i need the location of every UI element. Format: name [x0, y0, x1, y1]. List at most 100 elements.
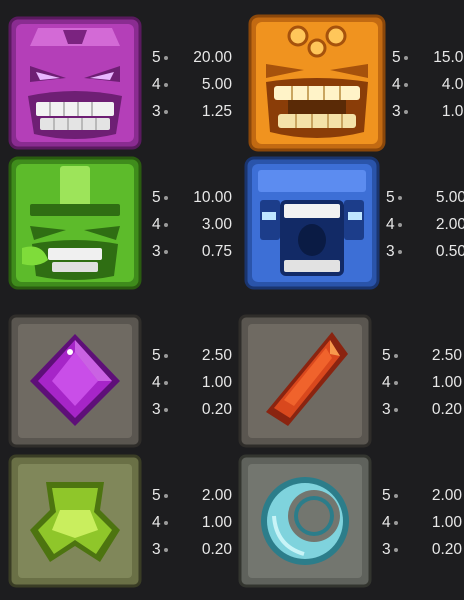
bullet-dot	[164, 110, 168, 114]
match-count: 3	[152, 541, 161, 558]
bullet-dot	[398, 250, 402, 254]
payout-value: 1.00	[201, 514, 232, 531]
pay-row: 5 2.00	[382, 485, 462, 507]
bullet-dot	[394, 408, 398, 412]
orange-tiki-mask-icon	[248, 14, 386, 152]
bullet-dot	[404, 110, 408, 114]
payout-value: 2.00	[431, 487, 462, 504]
payout-value: 0.75	[201, 243, 232, 260]
pay-row: 4 1.00	[382, 372, 462, 394]
pay-row: 3 0.20	[152, 399, 232, 421]
pay-row: 3 0.50	[386, 241, 464, 263]
pay-row: 4 1.00	[152, 512, 232, 534]
symbol-tile-purple-gem	[8, 314, 142, 448]
bullet-dot	[164, 494, 168, 498]
bullet-dot	[164, 250, 168, 254]
green-tiki-mask-icon	[8, 156, 142, 290]
match-count: 4	[152, 514, 161, 531]
bullet-dot	[404, 56, 408, 60]
pay-row: 4 1.00	[382, 512, 462, 534]
match-count: 4	[152, 216, 161, 233]
pay-row: 3 0.75	[152, 241, 232, 263]
pay-row: 5 5.00	[386, 187, 464, 209]
payout-value: 3.00	[201, 216, 232, 233]
match-count: 3	[152, 401, 161, 418]
match-count: 3	[382, 401, 391, 418]
payout-value: 0.20	[201, 541, 232, 558]
match-count: 3	[386, 243, 395, 260]
symbol-tile-green-tiki	[8, 156, 142, 290]
payout-value: 15.00	[433, 49, 464, 66]
match-count: 5	[392, 49, 401, 66]
bullet-dot	[404, 83, 408, 87]
bullet-dot	[394, 548, 398, 552]
bullet-dot	[164, 354, 168, 358]
match-count: 3	[152, 103, 161, 120]
match-count: 5	[386, 189, 395, 206]
symbol-tile-blue-tiki	[244, 156, 380, 290]
match-count: 3	[382, 541, 391, 558]
bullet-dot	[394, 494, 398, 498]
blue-tiki-mask-icon	[244, 156, 380, 290]
bullet-dot	[164, 381, 168, 385]
payout-value: 0.20	[431, 401, 462, 418]
match-count: 4	[392, 76, 401, 93]
pay-row: 5 20.00	[152, 47, 232, 69]
pay-row: 5 2.50	[152, 345, 232, 367]
payout-value: 1.25	[201, 103, 232, 120]
bullet-dot	[164, 196, 168, 200]
pay-row: 3 0.20	[382, 539, 462, 561]
payout-value: 2.00	[435, 216, 464, 233]
match-count: 4	[152, 374, 161, 391]
payout-value: 0.50	[435, 243, 464, 260]
pay-row: 3 1.25	[152, 101, 232, 123]
symbol-tile-crescent-stone	[238, 454, 372, 588]
pay-row: 3 0.20	[382, 399, 462, 421]
purple-gem-icon	[8, 314, 142, 448]
payout-value: 2.00	[201, 487, 232, 504]
symbol-tile-pink-tiki	[8, 16, 142, 150]
match-count: 5	[152, 189, 161, 206]
match-count: 4	[386, 216, 395, 233]
bullet-dot	[394, 381, 398, 385]
pay-row: 44.00	[392, 74, 464, 96]
bullet-dot	[394, 354, 398, 358]
bullet-dot	[164, 83, 168, 87]
match-count: 4	[382, 374, 391, 391]
pay-row: 5 10.00	[152, 187, 232, 209]
payout-value: 4.00	[441, 76, 464, 93]
payout-value: 5.00	[201, 76, 232, 93]
match-count: 4	[152, 76, 161, 93]
payout-value: 2.50	[431, 347, 462, 364]
pay-row: 4 3.00	[152, 214, 232, 236]
symbol-tile-orange-tiki	[248, 14, 386, 152]
payout-value: 2.50	[201, 347, 232, 364]
bullet-dot	[398, 196, 402, 200]
bullet-dot	[164, 548, 168, 552]
payout-value: 20.00	[193, 49, 232, 66]
payout-value: 1.00	[201, 374, 232, 391]
payout-value: 10.00	[193, 189, 232, 206]
bullet-dot	[394, 521, 398, 525]
payout-value: 0.20	[431, 541, 462, 558]
payout-value: 1.00	[431, 374, 462, 391]
match-count: 5	[382, 347, 391, 364]
pay-row: 31.00	[392, 101, 464, 123]
bullet-dot	[164, 521, 168, 525]
symbol-tile-green-stone	[8, 454, 142, 588]
pay-row: 5 2.50	[382, 345, 462, 367]
pay-row: 4 1.00	[152, 372, 232, 394]
payout-value: 5.00	[435, 189, 464, 206]
pay-row: 3 0.20	[152, 539, 232, 561]
pay-row: 5 2.00	[152, 485, 232, 507]
red-gem-icon	[238, 314, 372, 448]
crescent-moon-icon	[238, 454, 372, 588]
payout-value: 0.20	[201, 401, 232, 418]
pay-row: 515.00	[392, 47, 464, 69]
pink-tiki-mask-icon	[8, 16, 142, 150]
match-count: 3	[152, 243, 161, 260]
pay-row: 4 2.00	[386, 214, 464, 236]
match-count: 4	[382, 514, 391, 531]
payout-value: 1.00	[441, 103, 464, 120]
match-count: 5	[152, 49, 161, 66]
